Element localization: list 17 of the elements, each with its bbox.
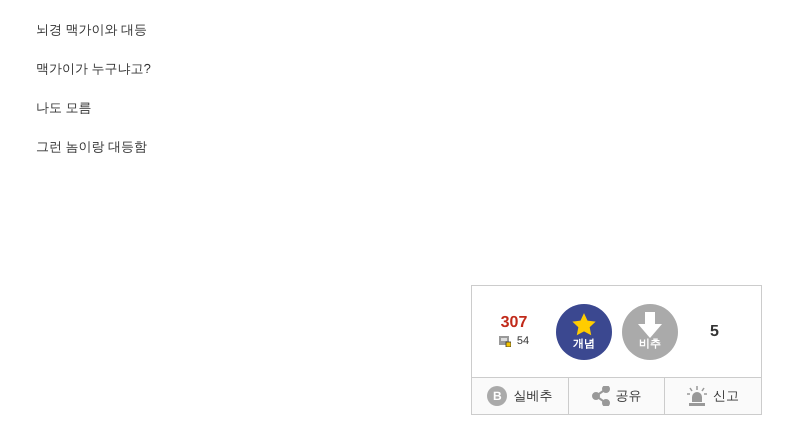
fixed-upvote-count: 54 bbox=[516, 334, 530, 350]
badge-icon: B bbox=[487, 386, 508, 406]
report-button[interactable]: 신고 bbox=[687, 386, 740, 406]
post-text: 나도 모름 bbox=[36, 99, 93, 117]
share-icon bbox=[592, 386, 610, 406]
post-text: 뇌경 맥가이와 대등 bbox=[36, 21, 148, 39]
post-text: 맥가이가 누구냐고? bbox=[36, 60, 152, 78]
image-icon bbox=[498, 336, 511, 347]
recommend-button[interactable]: B 실베추 bbox=[487, 386, 552, 406]
star-icon bbox=[570, 312, 598, 338]
downvote-count: 5 bbox=[710, 322, 719, 342]
share-button[interactable]: 공유 bbox=[592, 386, 642, 406]
post-text: 그런 놈이랑 대등함 bbox=[36, 138, 148, 156]
upvote-button[interactable]: 개념 bbox=[556, 304, 612, 360]
upvote-count: 307 bbox=[500, 313, 528, 334]
siren-icon bbox=[687, 386, 708, 406]
down-arrow-icon bbox=[638, 312, 662, 338]
